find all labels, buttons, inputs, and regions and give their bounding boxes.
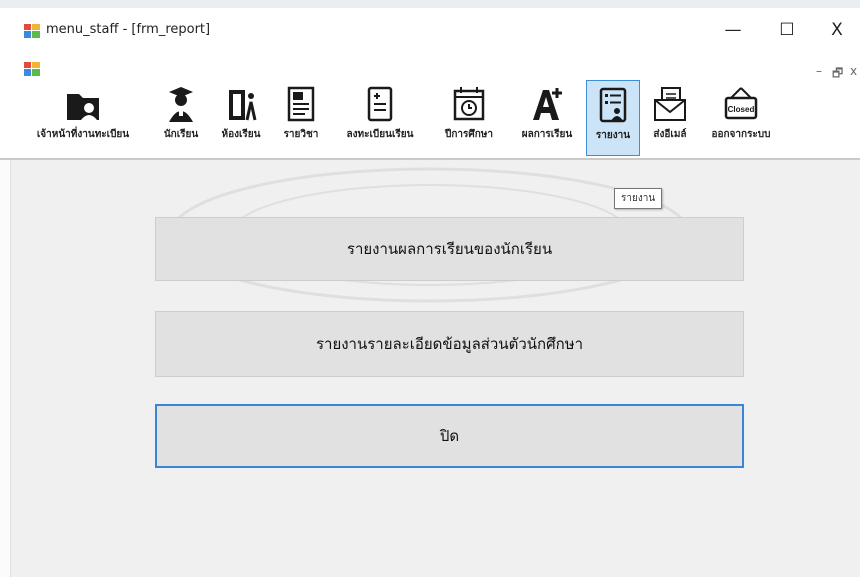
calendar-clock-icon [453,87,485,121]
toolbar-label: รายงาน [595,130,631,141]
minimize-icon: — [724,20,742,40]
toolbar-label: ลงทะเบียนเรียน [346,129,414,140]
window-title: menu_staff - [frm_report] [46,22,211,37]
toolbar-item-staff[interactable]: เจ้าหน้าที่งานทะเบียน [14,80,152,154]
toolbar-item-academic-year[interactable]: ปีการศึกษา [432,80,506,154]
toolbar-label: เจ้าหน้าที่งานทะเบียน [36,129,130,140]
closed-sign-icon: Closed [724,87,758,120]
student-details-report-button[interactable]: รายงานรายละเอียดข้อมูลส่วนตัวนักศึกษา [155,311,744,377]
register-list-icon [367,86,393,122]
report-icon [599,87,627,123]
svg-text:Closed: Closed [728,105,755,114]
mdi-close-button[interactable]: x [850,64,857,78]
toolbar-item-logout[interactable]: Closed ออกจากระบบ [700,80,782,154]
toolbar-label: รายวิชา [283,129,319,140]
toolbar-label: ออกจากระบบ [711,129,771,140]
top-strip [0,0,860,8]
close-form-button[interactable]: ปิด [155,404,744,468]
toolbar-item-students[interactable]: นักเรียน [152,80,210,154]
mdi-child-icon [24,62,40,76]
toolbar-item-registration[interactable]: ลงทะเบียนเรียน [334,80,426,154]
minimize-button[interactable]: — [710,16,756,44]
subject-book-icon [287,86,315,122]
report-tooltip: รายงาน [614,188,663,209]
toolbar-item-subjects[interactable]: รายวิชา [272,80,330,154]
toolbar-item-report[interactable]: รายงาน [586,80,640,156]
toolbar-label: ปีการศึกษา [445,129,493,140]
close-icon: X [831,20,843,40]
mdi-menu-bar [0,58,860,78]
maximize-button[interactable]: ☐ [764,16,810,44]
toolbar-item-grades[interactable]: ผลการเรียน [510,80,584,154]
student-results-report-button[interactable]: รายงานผลการเรียนของนักเรียน [155,217,744,281]
maximize-icon: ☐ [779,20,795,40]
toolbar-label: ผลการเรียน [521,129,573,140]
toolbar-label: ห้องเรียน [221,129,261,140]
email-icon [654,87,686,121]
classroom-door-icon [229,90,257,121]
close-window-button[interactable]: X [814,16,860,44]
toolbar-item-email[interactable]: ส่งอีเมล์ [642,80,698,154]
grade-a-plus-icon [533,88,562,120]
staff-folder-icon [67,94,99,120]
toolbar-label: นักเรียน [163,129,199,140]
app-icon [24,24,40,38]
mdi-minimize-button[interactable]: – [816,64,822,78]
toolbar-label: ส่งอีเมล์ [653,129,687,140]
graduate-icon [169,87,193,122]
toolbar-item-classroom[interactable]: ห้องเรียน [212,80,270,154]
left-edge [0,160,11,577]
